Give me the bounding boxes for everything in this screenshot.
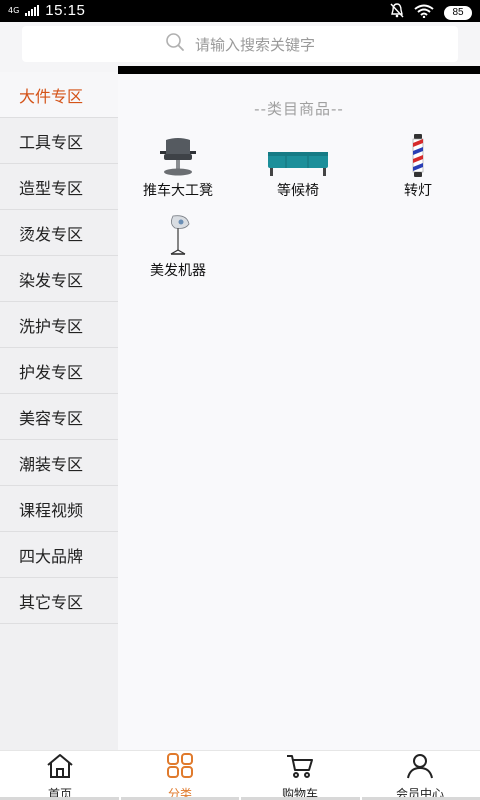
mute-bell-icon (390, 3, 404, 22)
waiting-bench-icon (258, 134, 338, 178)
user-icon (405, 753, 435, 783)
sidebar-item-brands[interactable]: 四大品牌 (0, 532, 118, 578)
tab-category[interactable]: 分类 (120, 751, 240, 800)
bottom-tab-bar: 首页 分类 购物车 会员中心 (0, 750, 480, 800)
product-name: 等候椅 (277, 183, 319, 199)
sidebar-item-styling[interactable]: 造型专区 (0, 164, 118, 210)
sidebar-item-tools[interactable]: 工具专区 (0, 118, 118, 164)
battery-level: 85 (452, 7, 464, 18)
network-type: 4G (8, 5, 20, 15)
product-item[interactable]: 美发机器 (118, 214, 238, 280)
category-grid-icon (165, 753, 195, 783)
product-name: 美发机器 (150, 263, 206, 279)
sidebar-item-wash-care[interactable]: 洗护专区 (0, 302, 118, 348)
barber-pole-icon (378, 134, 458, 178)
product-item[interactable]: 推车大工凳 (118, 134, 238, 200)
tab-home[interactable]: 首页 (0, 751, 120, 800)
sidebar-item-other[interactable]: 其它专区 (0, 578, 118, 624)
product-name: 转灯 (404, 183, 432, 199)
search-placeholder: 请输入搜索关键字 (194, 35, 315, 54)
hair-steamer-icon (138, 214, 218, 258)
sidebar-item-large[interactable]: 大件专区 (0, 72, 118, 118)
content-top-rule (118, 66, 480, 74)
category-content: --类目商品-- 推车大工凳 等候椅 转灯 美发机器 (118, 74, 480, 750)
product-name: 推车大工凳 (143, 183, 213, 199)
product-item[interactable]: 转灯 (358, 134, 478, 200)
wifi-icon (414, 3, 434, 22)
salon-chair-icon (138, 134, 218, 178)
signal-icon (25, 5, 40, 16)
battery-icon: 85 (444, 5, 472, 20)
tab-member[interactable]: 会员中心 (360, 751, 480, 800)
home-icon (45, 753, 75, 783)
search-input[interactable]: 请输入搜索关键字 (22, 26, 458, 62)
search-bar: 请输入搜索关键字 (0, 22, 480, 66)
sidebar-item-hair-care[interactable]: 护发专区 (0, 348, 118, 394)
clock: 15:15 (45, 2, 86, 19)
tab-cart[interactable]: 购物车 (240, 751, 360, 800)
sidebar-item-perm[interactable]: 烫发专区 (0, 210, 118, 256)
category-sidebar: 大件专区 工具专区 造型专区 烫发专区 染发专区 洗护专区 护发专区 美容专区 … (0, 72, 118, 750)
cart-icon (285, 753, 315, 783)
section-title: --类目商品-- (254, 100, 344, 118)
search-icon (165, 32, 185, 56)
sidebar-item-fashion[interactable]: 潮装专区 (0, 440, 118, 486)
sidebar-item-courses[interactable]: 课程视频 (0, 486, 118, 532)
sidebar-item-beauty[interactable]: 美容专区 (0, 394, 118, 440)
status-bar: 4G 15:15 85 (0, 0, 480, 22)
sidebar-item-dye[interactable]: 染发专区 (0, 256, 118, 302)
product-item[interactable]: 等候椅 (238, 134, 358, 200)
